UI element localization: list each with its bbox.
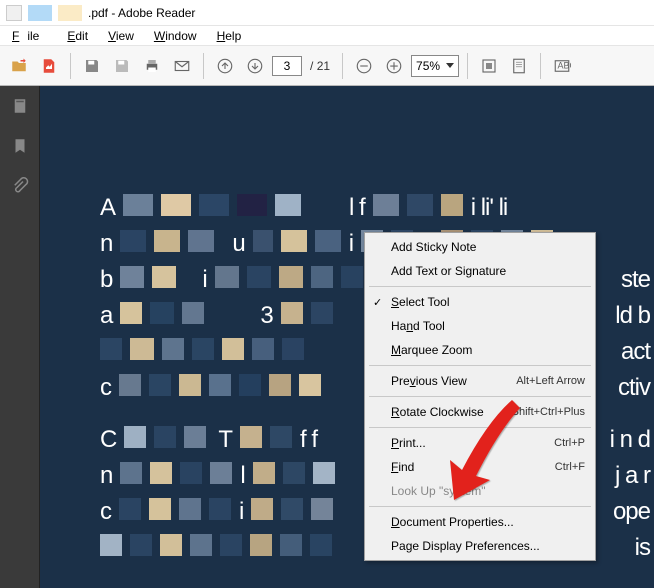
toolbar-separator <box>203 53 204 79</box>
zoom-level-select[interactable]: 75% <box>411 55 459 77</box>
page-up-button[interactable] <box>212 53 238 79</box>
menu-separator <box>369 427 591 428</box>
menu-item-print[interactable]: Print...Ctrl+P <box>367 431 593 455</box>
attachments-panel-button[interactable] <box>8 174 32 198</box>
menu-item-add-text-signature[interactable]: Add Text or Signature <box>367 259 593 283</box>
page-down-button[interactable] <box>242 53 268 79</box>
menu-help[interactable]: Help <box>209 27 250 45</box>
navigation-pane <box>0 86 40 588</box>
shortcut-label: Ctrl+F <box>555 461 585 473</box>
toolbar: / 21 75% ABC <box>0 46 654 86</box>
zoom-in-button[interactable] <box>381 53 407 79</box>
menu-bar: File Edit View Window Help <box>0 26 654 46</box>
read-mode-button[interactable]: ABC <box>549 53 575 79</box>
bookmarks-panel-button[interactable] <box>8 134 32 158</box>
save-button[interactable] <box>79 53 105 79</box>
zoom-out-button[interactable] <box>351 53 377 79</box>
fit-width-button[interactable] <box>476 53 502 79</box>
menu-edit[interactable]: Edit <box>59 27 96 45</box>
menu-item-look-up: Look Up "system" <box>367 479 593 503</box>
toolbar-separator <box>467 53 468 79</box>
page-total-label: / 21 <box>310 59 330 73</box>
menu-file[interactable]: File <box>4 27 55 45</box>
app-icon <box>6 5 22 21</box>
menu-separator <box>369 396 591 397</box>
shortcut-label: Ctrl+P <box>554 437 585 449</box>
menu-item-document-properties[interactable]: Document Properties... <box>367 510 593 534</box>
menu-view[interactable]: View <box>100 27 142 45</box>
page-number-input[interactable] <box>272 56 302 76</box>
menu-item-page-display-preferences[interactable]: Page Display Preferences... <box>367 534 593 558</box>
title-redaction-2 <box>58 5 82 21</box>
print-button[interactable] <box>139 53 165 79</box>
toolbar-separator <box>70 53 71 79</box>
toolbar-separator <box>540 53 541 79</box>
menu-separator <box>369 506 591 507</box>
window-title: .pdf - Adobe Reader <box>88 6 195 20</box>
menu-item-rotate-clockwise[interactable]: Rotate ClockwiseShift+Ctrl+Plus <box>367 400 593 424</box>
save-as-button[interactable] <box>109 53 135 79</box>
menu-item-add-sticky-note[interactable]: Add Sticky Note <box>367 235 593 259</box>
fit-page-button[interactable] <box>506 53 532 79</box>
menu-item-marquee-zoom[interactable]: Marquee Zoom <box>367 338 593 362</box>
create-pdf-button[interactable] <box>36 53 62 79</box>
shortcut-label: Shift+Ctrl+Plus <box>512 406 585 418</box>
title-redaction-1 <box>28 5 52 21</box>
context-menu: Add Sticky Note Add Text or Signature ✓S… <box>364 232 596 561</box>
menu-item-find[interactable]: FindCtrl+F <box>367 455 593 479</box>
title-bar: .pdf - Adobe Reader <box>0 0 654 26</box>
menu-separator <box>369 365 591 366</box>
menu-item-hand-tool[interactable]: Hand Tool <box>367 314 593 338</box>
toolbar-separator <box>342 53 343 79</box>
svg-text:ABC: ABC <box>558 60 572 70</box>
shortcut-label: Alt+Left Arrow <box>516 375 585 387</box>
menu-item-select-tool[interactable]: ✓Select Tool <box>367 290 593 314</box>
menu-separator <box>369 286 591 287</box>
check-icon: ✓ <box>373 296 382 309</box>
thumbnails-panel-button[interactable] <box>8 94 32 118</box>
menu-item-previous-view[interactable]: Previous ViewAlt+Left Arrow <box>367 369 593 393</box>
open-button[interactable] <box>6 53 32 79</box>
menu-window[interactable]: Window <box>146 27 205 45</box>
email-button[interactable] <box>169 53 195 79</box>
